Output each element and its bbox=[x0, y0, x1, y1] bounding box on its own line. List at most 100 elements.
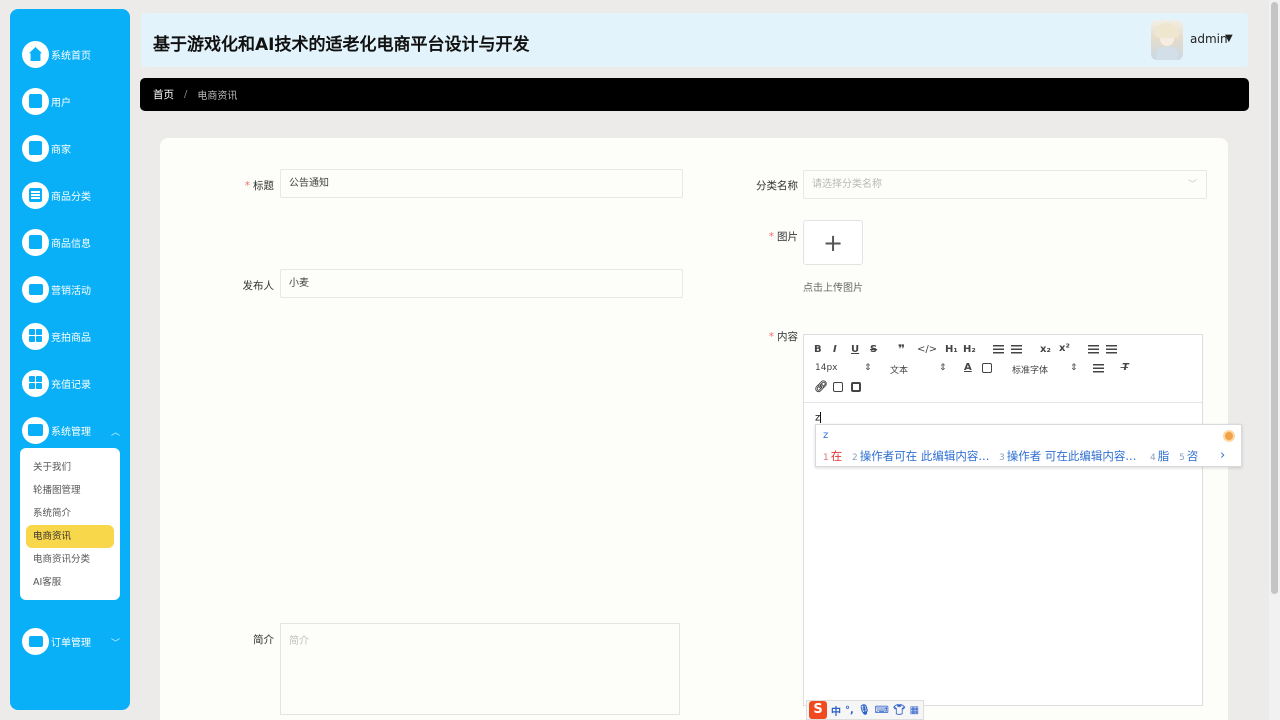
editor-content[interactable]: z bbox=[815, 412, 822, 424]
summary-textarea[interactable]: 简介 bbox=[280, 623, 680, 715]
grid-icon bbox=[22, 322, 49, 350]
chevron-updown-icon: ⇕ bbox=[864, 363, 872, 373]
title-input[interactable]: 公告通知 bbox=[280, 169, 683, 198]
align-button[interactable] bbox=[1093, 364, 1104, 373]
submenu-item-ai-service[interactable]: AI客服 bbox=[20, 571, 120, 594]
h1-button[interactable]: H₁ bbox=[945, 344, 958, 355]
submenu-item-news[interactable]: 电商资讯 bbox=[26, 525, 114, 548]
video-icon[interactable] bbox=[851, 382, 861, 392]
user-name[interactable]: admin bbox=[1190, 32, 1228, 46]
image-upload-button[interactable]: + bbox=[803, 220, 863, 265]
breadcrumb-home[interactable]: 首页 bbox=[153, 87, 174, 102]
ordered-list-button[interactable] bbox=[993, 345, 1004, 354]
app-title: 基于游戏化和AI技术的适老化电商平台设计与开发 bbox=[153, 35, 530, 55]
sidebar-item-label: 订单管理 bbox=[51, 637, 91, 649]
bold-button[interactable]: B bbox=[814, 344, 822, 355]
ime-composition: z bbox=[823, 430, 829, 441]
background-color-button[interactable] bbox=[982, 363, 992, 373]
font-size-select[interactable]: 14px bbox=[815, 363, 838, 373]
skin-icon[interactable]: 👕︎ bbox=[893, 705, 906, 716]
clear-format-button[interactable]: T̶ bbox=[1122, 362, 1129, 373]
blockquote-button[interactable]: ❞ bbox=[898, 342, 905, 356]
rich-text-editor[interactable]: B I U S ❞ </> H₁ H₂ x₂ x² 14px ⇕ 文本 ⇕ A … bbox=[803, 334, 1203, 706]
avatar[interactable] bbox=[1151, 20, 1183, 60]
sidebar-item-auction[interactable]: 竞拍商品 bbox=[10, 316, 130, 356]
scrollbar-thumb[interactable] bbox=[1271, 2, 1278, 594]
code-button[interactable]: </> bbox=[917, 344, 937, 355]
page-scrollbar[interactable] bbox=[1269, 0, 1280, 720]
image-icon[interactable] bbox=[833, 382, 843, 392]
sidebar-item-orders[interactable]: 订单管理 ﹀ bbox=[10, 621, 130, 661]
ime-next-page-button[interactable]: › bbox=[1220, 448, 1225, 463]
sidebar-item-label: 竞拍商品 bbox=[51, 332, 91, 344]
superscript-button[interactable]: x² bbox=[1059, 343, 1070, 354]
clipboard-icon bbox=[22, 87, 49, 115]
sidebar-item-recharge[interactable]: 充值记录 bbox=[10, 363, 130, 403]
document-icon bbox=[22, 228, 49, 256]
editor-toolbar: B I U S ❞ </> H₁ H₂ x₂ x² 14px ⇕ 文本 ⇕ A … bbox=[804, 335, 1202, 403]
submenu-item-intro[interactable]: 系统简介 bbox=[20, 502, 120, 525]
keyboard-icon[interactable]: ⌨ bbox=[875, 705, 889, 716]
category-select[interactable]: 请选择分类名称 ﹀ bbox=[803, 170, 1207, 199]
caret-down-icon[interactable]: ▼ bbox=[1225, 33, 1233, 44]
system-submenu: 关于我们 轮播图管理 系统简介 电商资讯 电商资讯分类 AI客服 bbox=[20, 448, 120, 600]
sidebar-item-users[interactable]: 用户 bbox=[10, 81, 130, 121]
h2-button[interactable]: H₂ bbox=[963, 344, 976, 355]
submenu-item-carousel[interactable]: 轮播图管理 bbox=[20, 479, 120, 502]
content-label: * 内容 bbox=[768, 331, 798, 343]
ime-candidate[interactable]: 3 操作者 可在此编辑内容... bbox=[999, 448, 1136, 464]
underline-button[interactable]: U bbox=[851, 344, 859, 355]
outdent-button[interactable] bbox=[1088, 345, 1099, 354]
sidebar-item-merchants[interactable]: 商家 bbox=[10, 128, 130, 168]
link-icon[interactable]: 🔗︎ bbox=[814, 380, 828, 393]
sidebar-item-marketing[interactable]: 营销活动 bbox=[10, 269, 130, 309]
ime-candidate[interactable]: 2 操作者可在 此编辑内容... bbox=[852, 448, 989, 464]
block-format-select[interactable]: 文本 bbox=[890, 363, 908, 376]
ime-mode[interactable]: 中 bbox=[831, 703, 841, 718]
sidebar-item-product-category[interactable]: 商品分类 bbox=[10, 175, 130, 215]
monitor-icon bbox=[22, 275, 49, 303]
font-family-select[interactable]: 标准字体 bbox=[1012, 363, 1048, 376]
chevron-up-icon: ︿ bbox=[110, 428, 120, 438]
ime-candidate[interactable]: 1在 bbox=[823, 448, 842, 464]
sidebar-item-label: 商品信息 bbox=[51, 238, 91, 250]
ime-status-bar[interactable]: S 中 °, 🎙︎ ⌨ 👕︎ ▦ bbox=[806, 700, 924, 720]
submenu-item-about[interactable]: 关于我们 bbox=[20, 456, 120, 479]
sidebar-item-product-info[interactable]: 商品信息 bbox=[10, 222, 130, 262]
sidebar-item-home[interactable]: 系统首页 bbox=[10, 34, 130, 74]
ime-candidate-window: z 1在 2 操作者可在 此编辑内容... 3 操作者 可在此编辑内容... 4脂 … bbox=[815, 424, 1242, 467]
sidebar-item-label: 营销活动 bbox=[51, 285, 91, 297]
subscript-button[interactable]: x₂ bbox=[1040, 344, 1051, 355]
sidebar: 系统首页 用户 商家 商品分类 商品信息 营销活动 竞拍商品 充值记录 系统管理… bbox=[10, 9, 130, 710]
publisher-label: 发布人 bbox=[242, 280, 275, 292]
indent-button[interactable] bbox=[1106, 345, 1117, 354]
title-label: * 标题 bbox=[244, 180, 274, 192]
category-label: 分类名称 bbox=[756, 180, 798, 192]
ime-candidate[interactable]: 4脂 bbox=[1150, 448, 1169, 464]
sidebar-item-label: 商品分类 bbox=[51, 191, 91, 203]
monitor-icon bbox=[22, 627, 49, 655]
font-color-button[interactable]: A bbox=[964, 362, 972, 373]
publisher-input[interactable]: 小麦 bbox=[280, 269, 683, 298]
ime-punctuation[interactable]: °, bbox=[845, 705, 854, 716]
chevron-down-icon: ﹀ bbox=[1187, 180, 1197, 190]
toolbox-icon[interactable]: ▦ bbox=[910, 705, 919, 716]
italic-button[interactable]: I bbox=[833, 344, 837, 355]
chevron-updown-icon: ⇕ bbox=[1070, 363, 1078, 373]
sidebar-item-system[interactable]: 系统管理 ︿ bbox=[10, 410, 130, 450]
grid-icon bbox=[22, 369, 49, 397]
ime-skin-icon[interactable] bbox=[1223, 430, 1235, 442]
sidebar-item-label: 用户 bbox=[51, 97, 71, 109]
breadcrumb-separator: / bbox=[184, 89, 188, 100]
chevron-updown-icon: ⇕ bbox=[939, 363, 947, 373]
chevron-down-icon: ﹀ bbox=[110, 639, 120, 649]
ime-candidate[interactable]: 5咨 bbox=[1179, 448, 1198, 464]
submenu-item-news-category[interactable]: 电商资讯分类 bbox=[20, 548, 120, 571]
strike-button[interactable]: S bbox=[870, 344, 877, 355]
bullet-list-button[interactable] bbox=[1011, 345, 1022, 354]
upload-tip: 点击上传图片 bbox=[803, 283, 863, 294]
sidebar-item-label: 系统管理 bbox=[51, 426, 91, 438]
sogou-logo-icon: S bbox=[809, 701, 827, 719]
microphone-icon[interactable]: 🎙︎ bbox=[858, 705, 871, 716]
top-header: 基于游戏化和AI技术的适老化电商平台设计与开发 admin ▼ bbox=[141, 13, 1248, 67]
